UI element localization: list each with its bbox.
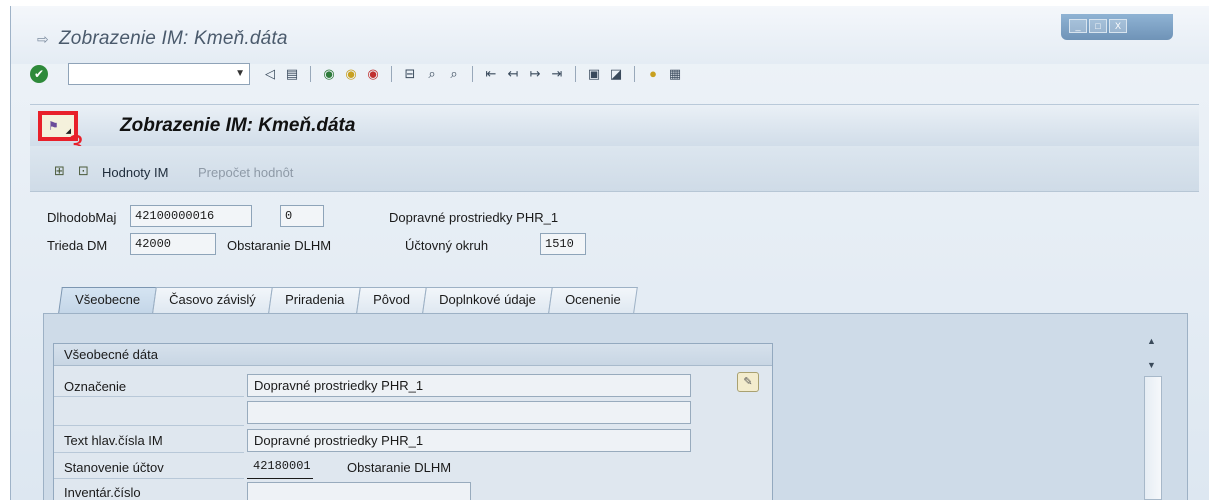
inventory-number-field[interactable] <box>247 482 471 500</box>
application-toolbar: ⊞ ⊡ Hodnoty IM Prepočet hodnôt <box>30 146 1199 192</box>
back-icon[interactable]: ◁ <box>262 66 278 82</box>
maximize-icon[interactable]: □ <box>1089 19 1107 33</box>
system-toolbar: ✔ ▼ ◁ ▤ ◉ ◉ ◉ ⊟ ⌕ ⌕ ⇤ ↤ ↦ ⇥ ▣ ◪ ● ▦ <box>30 62 683 86</box>
tab-label: Ocenenie <box>564 292 621 307</box>
account-determination-field[interactable]: 42180001 <box>247 456 313 479</box>
window-menu-icon[interactable]: ⇨ <box>37 32 53 46</box>
vertical-scrollbar[interactable]: ▲ ▼ <box>1144 336 1162 500</box>
company-code-field[interactable]: 1510 <box>540 233 586 255</box>
tab-label: Priradenia <box>284 292 345 307</box>
account-determination-label: Stanovenie účtov <box>64 460 164 475</box>
scroll-up-icon[interactable]: ▲ <box>1147 336 1156 346</box>
divider <box>54 396 244 397</box>
next-page-icon[interactable]: ↦ <box>527 66 543 82</box>
asset-label: DlhodobMaj <box>47 210 117 225</box>
dropdown-arrow-icon[interactable]: ▼ <box>235 68 245 79</box>
inventory-number-label: Inventár.číslo <box>64 485 141 500</box>
long-text-icon[interactable]: ✎ <box>737 372 759 392</box>
help-icon[interactable]: ● <box>645 66 661 82</box>
separator <box>472 66 473 82</box>
tab-label: Časovo závislý <box>169 292 256 307</box>
menu-icon: ⚑ <box>48 119 59 133</box>
first-page-icon[interactable]: ⇤ <box>483 66 499 82</box>
tab-label: Všeobecne <box>75 292 141 307</box>
sub-number-field[interactable]: 0 <box>280 205 324 227</box>
asset-number-field[interactable]: 42100000016 <box>130 205 252 227</box>
description-2-field[interactable] <box>247 401 691 424</box>
description-field[interactable]: Dopravné prostriedky PHR_1 <box>247 374 691 397</box>
asset-description: Dopravné prostriedky PHR_1 <box>389 210 559 225</box>
group-title: Všeobecné dáta <box>54 344 772 366</box>
find-icon[interactable]: ⌕ <box>424 66 440 82</box>
minimize-icon[interactable]: _ <box>1069 19 1087 33</box>
tab-label: Pôvod <box>373 292 410 307</box>
separator <box>575 66 576 82</box>
class-label: Trieda DM <box>47 238 108 253</box>
tab-general[interactable]: Všeobecne <box>58 287 157 313</box>
general-data-group: Všeobecné dáta Označenie Dopravné prostr… <box>53 343 773 500</box>
main-text-label: Text hlav.čísla IM <box>64 433 163 448</box>
tab-label: Doplnkové údaje <box>438 292 536 307</box>
separator <box>310 66 311 82</box>
separator <box>391 66 392 82</box>
window-controls: _ □ X <box>1061 14 1173 40</box>
layout-icon[interactable]: ▦ <box>667 66 683 82</box>
exit-icon[interactable]: ◉ <box>343 66 359 82</box>
tab-valuation[interactable]: Ocenenie <box>547 287 638 313</box>
main-text-field[interactable]: Dopravné prostriedky PHR_1 <box>247 429 691 452</box>
class-description: Obstaranie DLHM <box>227 238 332 253</box>
tab-time-dependent[interactable]: Časovo závislý <box>152 287 273 313</box>
separator <box>634 66 635 82</box>
new-session-icon[interactable]: ▣ <box>586 66 602 82</box>
last-page-icon[interactable]: ⇥ <box>549 66 565 82</box>
find-next-icon[interactable]: ⌕ <box>446 66 462 82</box>
description-label: Označenie <box>64 379 127 394</box>
print-icon[interactable]: ⊟ <box>402 66 418 82</box>
cancel-icon[interactable]: ◉ <box>365 66 381 82</box>
class-field[interactable]: 42000 <box>130 233 216 255</box>
window-title: Zobrazenie IM: Kmeň.dáta <box>59 28 288 49</box>
asset-values-button[interactable]: Hodnoty IM <box>102 165 168 180</box>
save-icon[interactable]: ▤ <box>284 66 300 82</box>
content-header: ⚑ ◢ Zobrazenie IM: Kmeň.dáta <box>30 104 1199 146</box>
prev-page-icon[interactable]: ↤ <box>505 66 521 82</box>
shortcut-icon[interactable]: ◪ <box>608 66 624 82</box>
other-asset-icon[interactable]: ⊞ <box>54 163 70 179</box>
scroll-down-icon[interactable]: ▼ <box>1147 360 1156 370</box>
recalc-values-button[interactable]: Prepočet hodnôt <box>198 165 293 180</box>
divider <box>54 478 244 479</box>
tab-additional-data[interactable]: Doplnkové údaje <box>422 287 553 313</box>
account-determination-description: Obstaranie DLHM <box>347 460 452 475</box>
company-code-label: Účtovný okruh <box>405 238 489 253</box>
divider <box>54 452 244 453</box>
command-field[interactable]: ▼ <box>68 63 250 85</box>
page-title: Zobrazenie IM: Kmeň.dáta <box>120 115 356 136</box>
enter-icon[interactable]: ✔ <box>30 65 48 83</box>
tab-assignments[interactable]: Priradenia <box>267 287 361 313</box>
back-nav-icon[interactable]: ◉ <box>321 66 337 82</box>
tab-content: Všeobecné dáta Označenie Dopravné prostr… <box>43 313 1188 500</box>
close-icon[interactable]: X <box>1109 19 1127 33</box>
change-display-icon[interactable]: ⊡ <box>78 163 94 179</box>
divider <box>54 425 244 426</box>
tabstrip: Všeobecne Časovo závislý Priradenia Pôvo… <box>58 287 638 313</box>
tab-origin[interactable]: Pôvod <box>356 287 427 313</box>
title-bar: ⇨ Zobrazenie IM: Kmeň.dáta _ □ X <box>11 6 1209 64</box>
scroll-track[interactable] <box>1144 376 1162 500</box>
